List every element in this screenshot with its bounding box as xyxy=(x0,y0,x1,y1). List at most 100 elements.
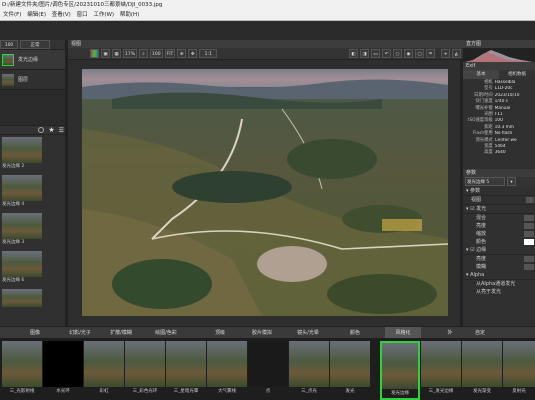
filter-preset[interactable]: 大气雾线 xyxy=(207,341,247,400)
filter-thumbnail xyxy=(421,341,461,387)
filter-preset[interactable]: 点 xyxy=(248,341,288,400)
compare-icon[interactable]: ◧ xyxy=(349,49,358,58)
menu-window[interactable]: 窗口 xyxy=(77,12,88,18)
blend-select[interactable] xyxy=(524,214,534,221)
circle-icon[interactable]: ○ xyxy=(393,49,402,58)
section-edge[interactable]: ▾ ☑ 边缘 xyxy=(463,246,535,255)
preset-item[interactable]: 发光边缘 3 xyxy=(0,211,68,249)
filter-thumbnail xyxy=(207,341,247,387)
filter-preset[interactable]: 彩虹 xyxy=(84,341,124,400)
preset-item[interactable]: 发光边缘 4 xyxy=(0,173,68,211)
layer-row[interactable]: 图层 xyxy=(0,70,68,90)
layer-row[interactable]: 发光边缘 xyxy=(0,50,68,70)
before-after-icon[interactable]: ▭ xyxy=(371,49,380,58)
param-row[interactable]: 亮度 xyxy=(473,255,535,263)
params-header: 参数 xyxy=(463,168,535,177)
layer-thumbnail xyxy=(2,73,14,86)
param-menu-icon[interactable]: ▾ xyxy=(507,177,516,187)
preset-thumbnail xyxy=(2,213,42,239)
filter-preset[interactable]: 三_星暗光晕 xyxy=(166,341,206,400)
param-row[interactable]: 模糊 xyxy=(473,263,535,271)
star-icon[interactable]: ★ xyxy=(48,126,54,134)
menu-view[interactable]: 查看(V) xyxy=(52,12,71,18)
edge-brightness-slider[interactable] xyxy=(524,255,534,262)
tab-camera-data[interactable]: 相机数据 xyxy=(499,70,535,79)
layer-label: 发光边缘 xyxy=(18,57,39,63)
param-row[interactable]: 从Alpha通道发光 xyxy=(473,280,535,288)
blend-mode-select[interactable]: 正常 xyxy=(20,40,50,49)
fit-button[interactable]: FIT xyxy=(164,49,176,58)
zoom-select[interactable]: 1:1 xyxy=(199,49,218,58)
color-swatch[interactable] xyxy=(524,238,534,245)
filter-label: 三_星暗光晕 xyxy=(173,389,199,394)
viewer-panel: 视图 ▣ ▦ 17% ⌕ 100 FIT ⊕ ✥ 1:1 ◧ ◨ ▭ ↶ ○ ◉… xyxy=(68,40,463,326)
filter-preset[interactable]: 三_发光边缘 xyxy=(421,341,461,400)
view-toggle[interactable] xyxy=(526,196,534,203)
param-row[interactable]: 混合 xyxy=(473,214,535,222)
crop-icon[interactable]: ⌗ xyxy=(426,49,435,58)
filter-preset[interactable]: 反射光 xyxy=(503,341,535,400)
menu-edit[interactable]: 编辑(E) xyxy=(27,12,46,18)
menu-work[interactable]: 工作(W) xyxy=(93,12,114,18)
param-row[interactable]: 亮度 xyxy=(473,222,535,230)
section-glow[interactable]: ▾ ☑ 发光 xyxy=(463,205,535,214)
mask-icon[interactable]: ▣ xyxy=(101,49,110,58)
preset-thumbnail xyxy=(2,175,42,201)
frame-icon[interactable]: ▢ xyxy=(415,49,424,58)
filter-label: 水光环 xyxy=(56,389,70,394)
crosshair-icon[interactable]: ⌖ xyxy=(441,49,450,58)
exif-table: 相机 Hasselbla 型号 L1D-20c 日期/时间 2023/10/10 快门… xyxy=(463,79,535,157)
filter-preset[interactable]: 三_点光 xyxy=(289,341,329,400)
grid-icon[interactable]: ▦ xyxy=(112,49,121,58)
actual-size-button[interactable]: 100 xyxy=(150,49,163,58)
param-row[interactable]: 颜色 xyxy=(473,238,535,246)
preset-item[interactable]: 发光边缘 2 xyxy=(0,135,68,173)
preset-list: 发光边缘 2 发光边缘 4 发光边缘 3 发光边缘 6 xyxy=(0,135,68,309)
tab-basic[interactable]: 基本 xyxy=(463,70,499,79)
split-icon[interactable]: ◨ xyxy=(360,49,369,58)
menu-help[interactable]: 帮助(H) xyxy=(120,12,139,18)
target-icon[interactable] xyxy=(38,127,45,133)
preset-item[interactable]: 发光边缘 6 xyxy=(0,249,68,287)
menu-icon[interactable]: ☰ xyxy=(59,127,64,134)
filter-label: 三_点光 xyxy=(301,389,317,394)
rgb-channel-icon[interactable] xyxy=(90,49,99,58)
param-preset-select[interactable]: 发光边缘 5 xyxy=(465,177,505,187)
edge-blur-slider[interactable] xyxy=(524,263,534,270)
filter-preset[interactable]: 发光渐变 xyxy=(462,341,502,400)
histogram xyxy=(463,48,535,62)
section-view[interactable]: 视图 xyxy=(463,196,535,205)
filter-preset-selected[interactable]: 发光边缘 xyxy=(380,341,420,400)
move-icon[interactable]: ✥ xyxy=(188,49,198,58)
filter-preset[interactable]: 三_彩色光环 xyxy=(125,341,165,400)
brightness-slider[interactable] xyxy=(524,222,534,229)
camera-icon[interactable]: ◉ xyxy=(404,49,413,58)
aerial-photo xyxy=(82,69,449,316)
filter-label: 发光边缘 xyxy=(391,391,409,396)
filter-preset[interactable]: 水光环 xyxy=(43,341,83,400)
filter-preset[interactable]: 发光 xyxy=(330,341,370,400)
filter-thumbnail xyxy=(2,341,42,387)
histogram-toggle-icon[interactable]: ◭ xyxy=(452,49,461,58)
zoom-icon[interactable]: ⊕ xyxy=(177,49,187,58)
preset-item[interactable] xyxy=(0,287,68,309)
filter-thumbnail xyxy=(462,341,502,387)
layer-thumbnail xyxy=(2,53,14,66)
filter-label: 三_发光边缘 xyxy=(428,389,454,394)
zoom-percent-button[interactable]: 17% xyxy=(123,49,138,58)
viewer-header: 视图 xyxy=(68,40,463,48)
preset-toolbar: ★ ☰ xyxy=(0,125,68,135)
section-alpha[interactable]: ▾ Alpha xyxy=(463,271,535,280)
filter-label: 点 xyxy=(265,389,271,394)
section-params[interactable]: ▾ 参数 xyxy=(463,187,535,196)
menu-file[interactable]: 文件(F) xyxy=(3,12,21,18)
search-icon[interactable]: ⌕ xyxy=(139,49,149,58)
param-row[interactable]: 缩放 xyxy=(473,230,535,238)
filter-preset[interactable]: 三_光影射线 xyxy=(2,341,42,400)
photo[interactable] xyxy=(82,69,449,316)
scale-slider[interactable] xyxy=(524,230,534,237)
undo-icon[interactable]: ↶ xyxy=(382,49,391,58)
zoom-field[interactable]: 100 xyxy=(0,40,18,49)
param-row[interactable]: 从亮于发光 xyxy=(473,288,535,296)
filter-thumbnail xyxy=(330,341,370,387)
